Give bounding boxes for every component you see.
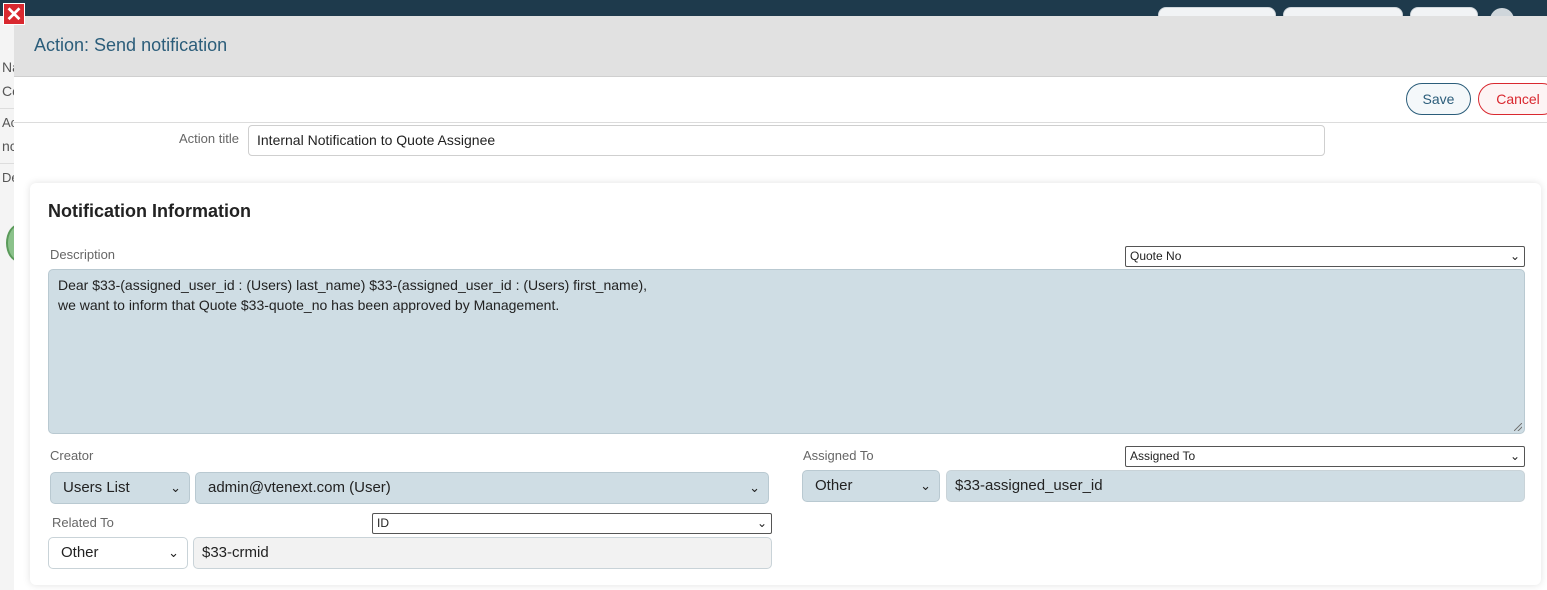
- background-status-icon: [6, 224, 14, 262]
- creator-user-select[interactable]: admin@vtenext.com (User) ⌄: [195, 472, 769, 504]
- send-notification-modal: Action: Send notification Save Cancel Ac…: [14, 16, 1547, 590]
- creator-type-select[interactable]: Users List ⌄: [50, 472, 190, 504]
- background-divider: [0, 108, 14, 109]
- related-to-field-select-value: ID: [377, 516, 389, 530]
- assigned-to-label: Assigned To: [803, 448, 874, 463]
- action-title-label: Action title: [179, 131, 239, 146]
- description-field-select[interactable]: Quote No ⌄: [1125, 246, 1525, 267]
- background-text: Co: [2, 83, 14, 99]
- cancel-button[interactable]: Cancel: [1478, 83, 1547, 115]
- description-label: Description: [50, 247, 116, 262]
- assigned-to-field-select[interactable]: Assigned To ⌄: [1125, 446, 1525, 467]
- save-button[interactable]: Save: [1406, 83, 1471, 115]
- chevron-down-icon: ⌄: [749, 480, 760, 495]
- assigned-to-type-value: Other: [815, 477, 853, 494]
- background-left-panel: Na Co Ac nc De: [0, 16, 14, 590]
- background-text: De: [2, 170, 14, 185]
- chevron-down-icon: ⌄: [756, 516, 767, 530]
- chevron-down-icon: ⌄: [170, 480, 181, 495]
- related-to-label: Related To: [52, 515, 114, 530]
- description-line: Dear $33-(assigned_user_id : (Users) las…: [58, 277, 648, 293]
- chevron-down-icon: ⌄: [168, 545, 179, 560]
- related-to-input[interactable]: $33-crmid: [193, 537, 772, 569]
- assigned-to-type-select[interactable]: Other ⌄: [802, 470, 940, 502]
- description-field-select-value: Quote No: [1130, 249, 1182, 263]
- related-to-type-select[interactable]: Other ⌄: [48, 537, 188, 569]
- modal-header: Action: Send notification: [14, 16, 1547, 77]
- description-textarea[interactable]: Dear $33-(assigned_user_id : (Users) las…: [48, 269, 1525, 434]
- related-to-type-value: Other: [61, 544, 99, 561]
- action-title-input[interactable]: Internal Notification to Quote Assignee: [248, 125, 1325, 156]
- creator-label: Creator: [50, 448, 94, 463]
- resize-handle-icon[interactable]: [1514, 423, 1522, 431]
- close-icon[interactable]: ✕: [3, 3, 25, 26]
- chevron-down-icon: ⌄: [1509, 249, 1520, 263]
- background-text: Na: [2, 59, 14, 75]
- notification-information-card: Notification Information Description Quo…: [30, 183, 1541, 585]
- chevron-down-icon: ⌄: [920, 478, 931, 493]
- modal-title: Action: Send notification: [34, 35, 228, 55]
- card-title: Notification Information: [48, 201, 251, 221]
- related-to-field-select[interactable]: ID ⌄: [372, 513, 772, 534]
- creator-user-value: admin@vtenext.com (User): [208, 479, 391, 496]
- background-text: nc: [2, 138, 14, 154]
- creator-type-value: Users List: [63, 479, 130, 496]
- chevron-down-icon: ⌄: [1509, 449, 1520, 463]
- assigned-to-field-select-value: Assigned To: [1130, 449, 1196, 463]
- background-text: Ac: [2, 115, 14, 130]
- assigned-to-input[interactable]: $33-assigned_user_id: [946, 470, 1525, 502]
- toolbar-divider: [14, 122, 1547, 123]
- background-divider: [0, 163, 14, 164]
- description-line: we want to inform that Quote $33-quote_n…: [58, 297, 560, 313]
